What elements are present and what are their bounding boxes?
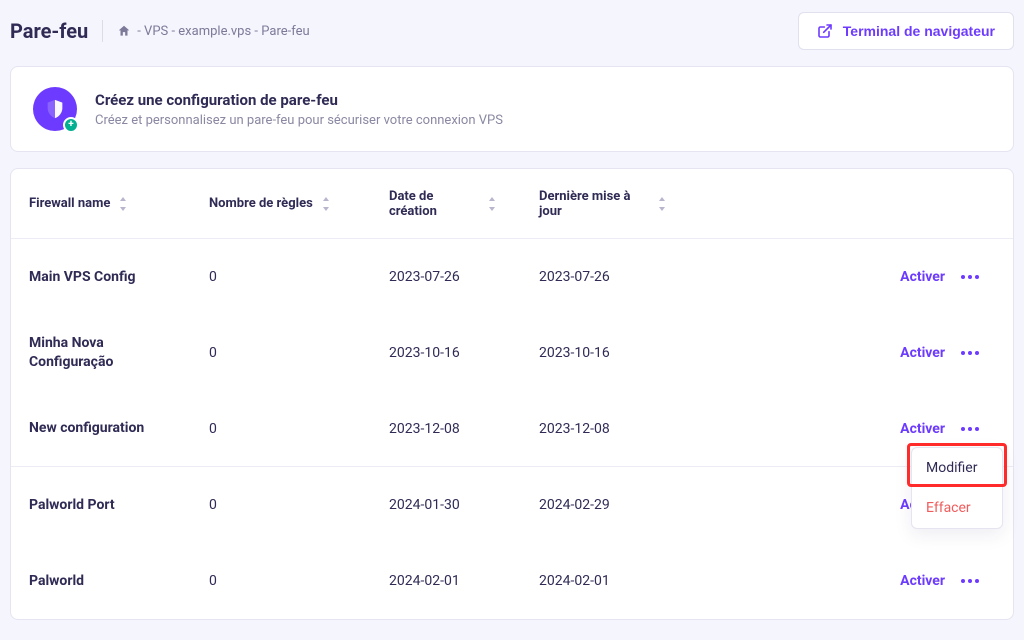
more-dots-icon [961,275,979,279]
col-firewall-name[interactable]: Firewall name [29,196,209,211]
browser-terminal-button[interactable]: Terminal de navigateur [798,12,1014,50]
row-actions-button[interactable] [945,275,995,279]
cell-rules: 0 [209,269,389,285]
topbar: Pare-feu - VPS - example.vps - Pare-feu … [10,12,1014,50]
cell-created: 2023-10-16 [389,345,539,361]
cell-created: 2023-07-26 [389,269,539,285]
sort-icon [321,197,331,211]
topbar-left: Pare-feu - VPS - example.vps - Pare-feu [10,19,310,43]
row-actions-button[interactable] [945,427,995,431]
breadcrumb[interactable]: - VPS - example.vps - Pare-feu [117,24,309,39]
cell-updated: 2024-02-01 [539,573,699,589]
page-title: Pare-feu [10,19,88,43]
cell-updated: 2023-12-08 [539,421,699,437]
cell-rules: 0 [209,573,389,589]
cell-created: 2023-12-08 [389,421,539,437]
home-icon [117,24,131,38]
table-body: Main VPS Config02023-07-262023-07-26Acti… [11,239,1013,619]
activate-button[interactable]: Activer [865,573,945,589]
col-rule-count[interactable]: Nombre de règles [209,196,389,211]
cell-name: New configuration [29,419,189,438]
col-created[interactable]: Date de création [389,189,539,219]
menu-item-modify[interactable]: Modifier [912,448,1002,488]
cell-name: Main VPS Config [29,268,189,287]
menu-item-delete[interactable]: Effacer [912,488,1002,528]
more-dots-icon [961,351,979,355]
create-firewall-card[interactable]: + Créez une configuration de pare-feu Cr… [10,66,1014,152]
sort-icon [118,197,128,211]
table-header: Firewall name Nombre de règles Date de c… [11,169,1013,239]
external-link-icon [817,23,833,39]
activate-button[interactable]: Activer [865,269,945,285]
create-firewall-subtitle: Créez et personnalisez un pare-feu pour … [95,113,503,128]
table-row: Minha Nova Configuração02023-10-162023-1… [11,315,1013,391]
sort-icon [487,197,497,211]
more-dots-icon [961,427,979,431]
firewall-table: Firewall name Nombre de règles Date de c… [10,168,1014,620]
col-name-label: Firewall name [29,196,110,211]
table-row: Palworld Port02024-01-302024-02-29Active… [11,467,1013,543]
activate-button[interactable]: Activer [865,421,945,437]
cell-rules: 0 [209,421,389,437]
cell-rules: 0 [209,345,389,361]
more-dots-icon [961,579,979,583]
terminal-button-label: Terminal de navigateur [843,23,995,39]
activate-button[interactable]: Activer [865,345,945,361]
table-row: Palworld02024-02-012024-02-01Activer [11,543,1013,619]
cell-created: 2024-02-01 [389,573,539,589]
plus-icon: + [63,117,79,133]
cell-name: Palworld Port [29,496,189,515]
cell-created: 2024-01-30 [389,497,539,513]
row-actions-button[interactable] [945,351,995,355]
shield-icon: + [33,87,77,131]
col-created-label: Date de création [389,189,479,219]
sort-icon [657,197,667,211]
col-rules-label: Nombre de règles [209,196,313,211]
create-firewall-text: Créez une configuration de pare-feu Crée… [95,91,503,128]
cell-name: Minha Nova Configuração [29,334,189,372]
create-firewall-title: Créez une configuration de pare-feu [95,91,503,109]
divider [102,20,103,42]
breadcrumb-text: - VPS - example.vps - Pare-feu [137,24,309,39]
cell-updated: 2023-10-16 [539,345,699,361]
table-row: Main VPS Config02023-07-262023-07-26Acti… [11,239,1013,315]
row-actions-menu: ModifierEffacer [911,447,1003,529]
cell-name: Palworld [29,572,189,591]
col-updated[interactable]: Dernière mise à jour [539,189,699,219]
col-updated-label: Dernière mise à jour [539,189,649,219]
cell-rules: 0 [209,497,389,513]
cell-updated: 2024-02-29 [539,497,699,513]
row-actions-button[interactable] [945,579,995,583]
table-row: New configuration02023-12-082023-12-08Ac… [11,391,1013,467]
cell-updated: 2023-07-26 [539,269,699,285]
